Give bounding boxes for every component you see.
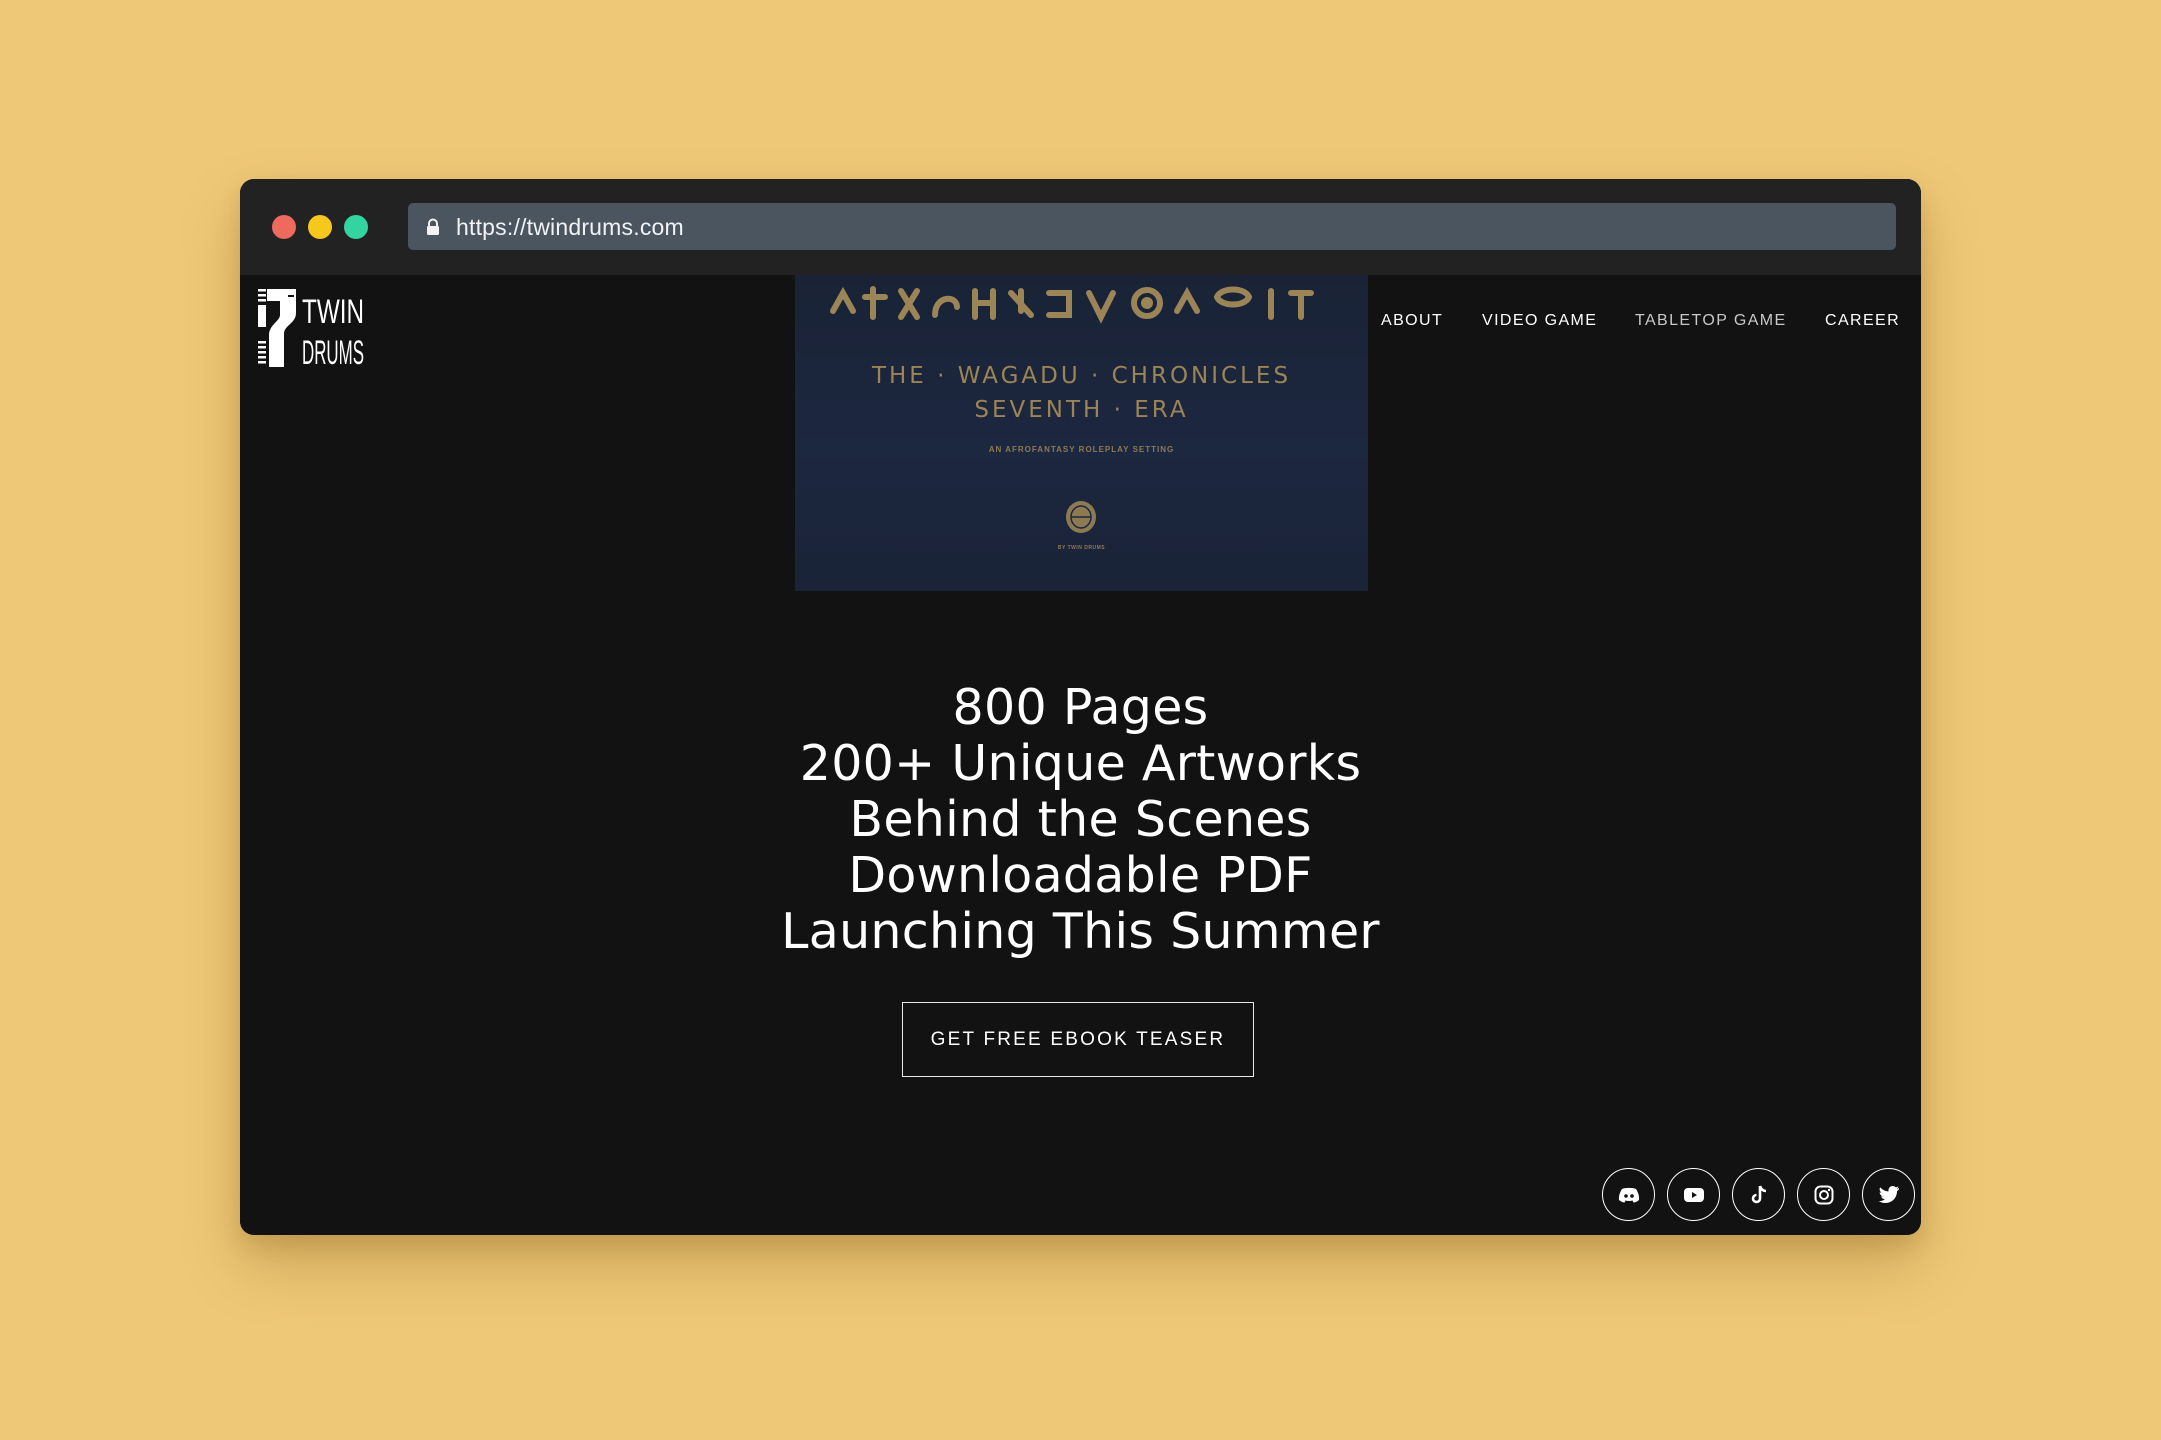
logo-text-drums: DRUMS	[302, 334, 364, 367]
feature-pages: 800 Pages	[952, 679, 1209, 736]
discord-icon	[1618, 1187, 1639, 1202]
feature-list: 800 Pages 200+ Unique Artworks Behind th…	[240, 680, 1921, 960]
page-viewport: TWIN DRUMS THE · WAGADU · CHRONICLES SEV…	[240, 275, 1921, 1235]
tiktok-icon	[1751, 1185, 1766, 1203]
youtube-icon	[1683, 1187, 1704, 1202]
address-bar-url: https://twindrums.com	[456, 214, 684, 240]
cover-title-line1: THE · WAGADU · CHRONICLES	[871, 363, 1292, 389]
get-ebook-teaser-button[interactable]: GET FREE EBOOK TEASER	[902, 1002, 1254, 1077]
cover-title-line2: SEVENTH · ERA	[974, 397, 1189, 423]
twitter-link[interactable]	[1862, 1168, 1915, 1221]
feature-launch: Launching This Summer	[781, 903, 1380, 960]
nav-career[interactable]: CAREER	[1825, 312, 1900, 330]
address-bar[interactable]: https://twindrums.com	[408, 203, 1896, 250]
cover-subtitle: AN AFROFANTASY ROLEPLAY SETTING	[988, 445, 1175, 454]
feature-behind-scenes: Behind the Scenes	[849, 791, 1312, 848]
logo-text-twin: TWIN	[302, 293, 364, 331]
cover-byline: BY TWIN DRUMS	[1057, 545, 1106, 551]
instagram-link[interactable]	[1797, 1168, 1850, 1221]
nav-video-game[interactable]: VIDEO GAME	[1482, 312, 1597, 330]
browser-titlebar: https://twindrums.com	[240, 179, 1921, 275]
feature-artworks: 200+ Unique Artworks	[799, 735, 1362, 792]
tiktok-link[interactable]	[1732, 1168, 1785, 1221]
cover-emblem-icon	[1066, 501, 1096, 533]
close-window-button[interactable]	[272, 215, 296, 239]
youtube-link[interactable]	[1667, 1168, 1720, 1221]
browser-window: https://twindrums.com TWIN DRUMS THE · W…	[240, 179, 1921, 1235]
instagram-icon	[1814, 1185, 1833, 1204]
twitter-icon	[1878, 1186, 1899, 1203]
nav-tabletop-game[interactable]: TABLETOP GAME	[1635, 312, 1787, 330]
lock-icon	[427, 218, 439, 235]
discord-link[interactable]	[1602, 1168, 1655, 1221]
maximize-window-button[interactable]	[344, 215, 368, 239]
twin-drums-logo[interactable]: TWIN DRUMS	[258, 289, 368, 367]
book-cover-image: THE · WAGADU · CHRONICLES SEVENTH · ERA …	[795, 275, 1368, 591]
nav-about[interactable]: ABOUT	[1381, 312, 1443, 330]
minimize-window-button[interactable]	[308, 215, 332, 239]
cover-glyph-row	[830, 286, 1314, 324]
feature-pdf: Downloadable PDF	[848, 847, 1313, 904]
